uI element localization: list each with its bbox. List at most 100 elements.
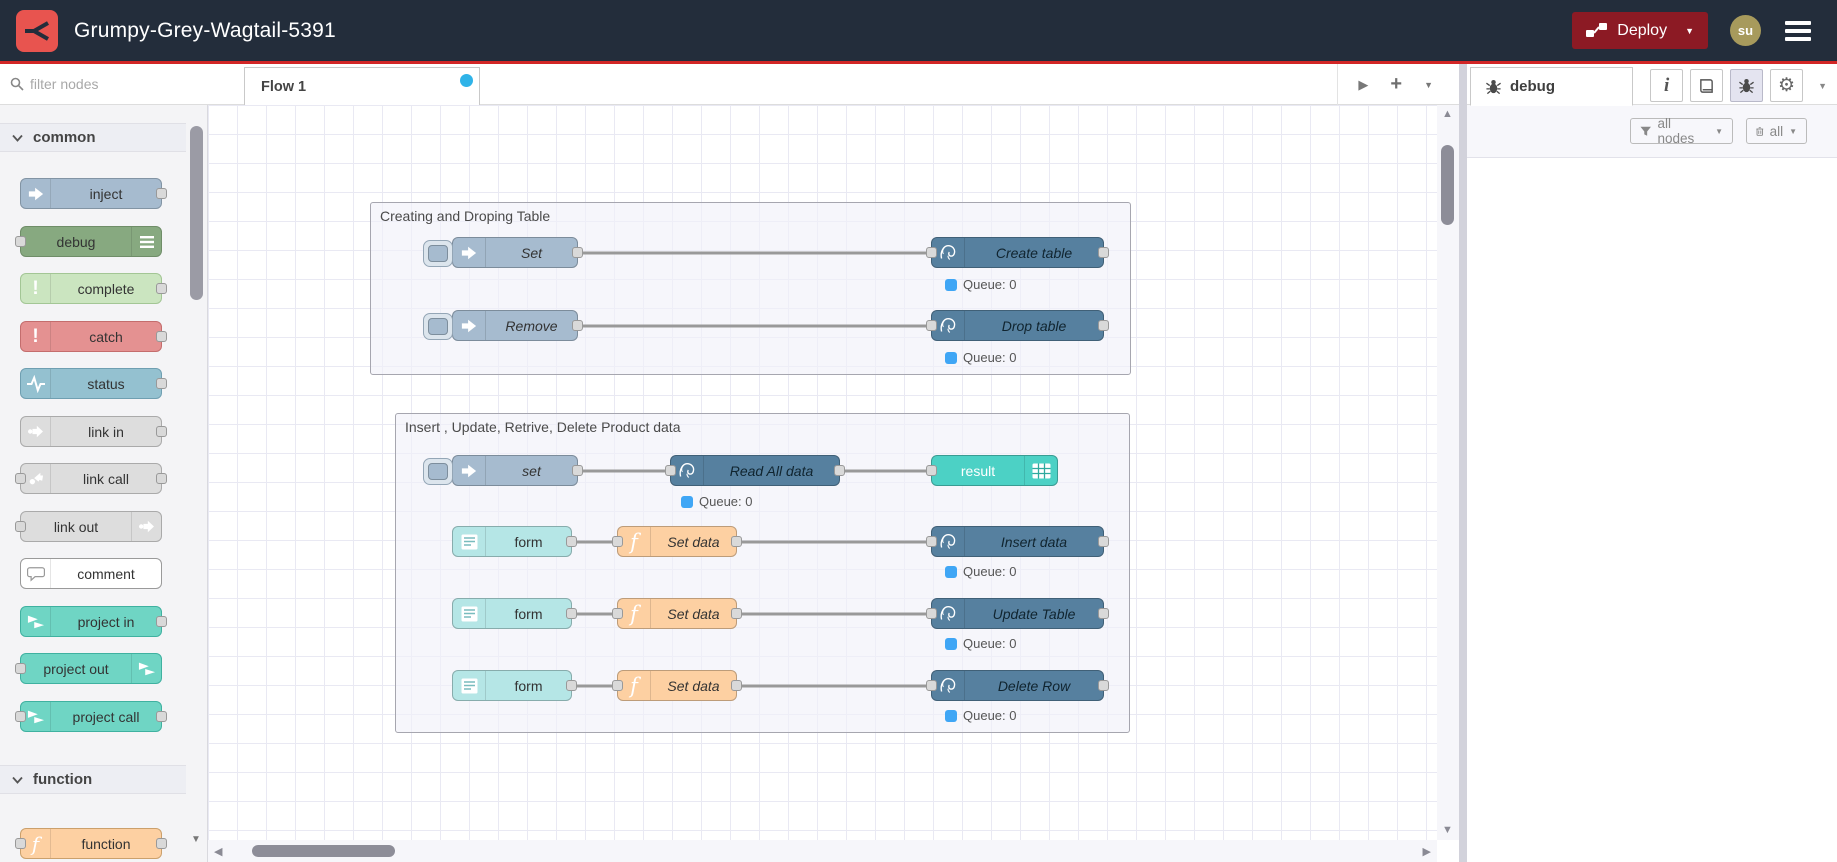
output-port[interactable]	[156, 838, 167, 849]
output-port[interactable]	[1098, 536, 1109, 547]
output-port[interactable]	[731, 536, 742, 547]
output-port[interactable]	[156, 616, 167, 627]
output-port[interactable]	[1098, 680, 1109, 691]
output-port[interactable]	[156, 426, 167, 437]
deploy-button[interactable]: Deploy ▼	[1572, 12, 1708, 49]
palette-node-project-call[interactable]: project call	[15, 701, 167, 732]
node-inject-remove[interactable]: Remove	[423, 310, 583, 341]
palette-category-function[interactable]: function	[0, 765, 186, 794]
palette-node-debug[interactable]: debug	[15, 226, 162, 257]
input-port[interactable]	[926, 320, 937, 331]
output-port[interactable]	[834, 465, 845, 476]
flow-group-create-drop[interactable]: Creating and Droping Table	[370, 202, 1131, 375]
debug-filter-button[interactable]: all nodes ▼	[1630, 116, 1733, 146]
node-function-set-data[interactable]: f Set data	[612, 526, 742, 557]
output-port[interactable]	[572, 465, 583, 476]
output-port[interactable]	[1098, 247, 1109, 258]
output-port[interactable]	[572, 247, 583, 258]
output-port[interactable]	[156, 473, 167, 484]
node-pg-update-table[interactable]: Update Table	[926, 598, 1109, 629]
node-inject-set[interactable]: Set	[423, 237, 583, 268]
user-avatar[interactable]: su	[1730, 15, 1761, 46]
node-pg-drop-table[interactable]: Drop table	[926, 310, 1109, 341]
output-port[interactable]	[156, 711, 167, 722]
input-port[interactable]	[926, 465, 937, 476]
main-menu-icon[interactable]	[1785, 20, 1811, 41]
input-port[interactable]	[926, 680, 937, 691]
palette-node-catch[interactable]: ! catch	[20, 321, 167, 352]
config-tab-button[interactable]: ⚙	[1770, 69, 1804, 102]
output-port[interactable]	[731, 608, 742, 619]
output-port[interactable]	[156, 188, 167, 199]
input-port[interactable]	[926, 247, 937, 258]
palette-node-inject[interactable]: inject	[20, 178, 167, 209]
tab-flow-1[interactable]: Flow 1	[244, 67, 480, 105]
palette-filter-input[interactable]	[30, 76, 180, 92]
palette-scrollbar-thumb[interactable]	[190, 126, 203, 300]
output-port[interactable]	[156, 378, 167, 389]
palette-scroll-down-icon[interactable]: ▼	[188, 834, 204, 845]
output-port[interactable]	[156, 283, 167, 294]
node-form[interactable]: form	[452, 598, 577, 629]
output-port[interactable]	[566, 608, 577, 619]
input-port[interactable]	[15, 838, 26, 849]
output-port[interactable]	[731, 680, 742, 691]
input-port[interactable]	[15, 236, 26, 247]
node-form[interactable]: form	[452, 670, 577, 701]
debug-tab-button[interactable]	[1730, 69, 1764, 102]
node-pg-delete-row[interactable]: Delete Row	[926, 670, 1109, 701]
palette-node-comment[interactable]: comment	[20, 558, 162, 589]
scroll-down-icon[interactable]: ▼	[1442, 824, 1453, 836]
node-form[interactable]: form	[452, 526, 577, 557]
inject-button[interactable]	[423, 313, 453, 340]
output-port[interactable]	[1098, 608, 1109, 619]
input-port[interactable]	[15, 711, 26, 722]
tab-scroll-right-icon[interactable]: ▶	[1358, 77, 1368, 93]
palette-node-link-in[interactable]: link in	[20, 416, 167, 447]
inject-button[interactable]	[423, 458, 453, 485]
sidebar-options-chevron-icon[interactable]: ▼	[1818, 81, 1827, 91]
scrollbar-thumb[interactable]	[1441, 145, 1454, 225]
help-tab-button[interactable]	[1690, 69, 1724, 102]
flow-canvas[interactable]: Creating and Droping Table Insert , Upda…	[208, 105, 1437, 840]
scroll-left-icon[interactable]: ◀	[214, 845, 222, 858]
scroll-up-icon[interactable]: ▲	[1442, 108, 1453, 120]
input-port[interactable]	[665, 465, 676, 476]
node-inject-set-lower[interactable]: set	[423, 455, 583, 486]
palette-node-link-call[interactable]: link call	[15, 463, 167, 494]
input-port[interactable]	[15, 663, 26, 674]
palette-node-project-out[interactable]: project out	[15, 653, 162, 684]
input-port[interactable]	[15, 473, 26, 484]
input-port[interactable]	[15, 521, 26, 532]
sidebar-splitter[interactable]	[1459, 64, 1467, 862]
info-tab-button[interactable]: i	[1650, 69, 1684, 102]
canvas-vertical-scrollbar[interactable]: ▲ ▼	[1437, 105, 1459, 840]
node-function-set-data[interactable]: f Set data	[612, 598, 742, 629]
tab-debug[interactable]: debug	[1470, 67, 1633, 106]
palette-category-common[interactable]: common	[0, 123, 186, 152]
input-port[interactable]	[612, 680, 623, 691]
add-flow-button[interactable]: +	[1390, 73, 1402, 96]
palette-node-project-in[interactable]: project in	[20, 606, 167, 637]
node-pg-read-all-data[interactable]: Read All data	[665, 455, 845, 486]
canvas-horizontal-scrollbar[interactable]: ◀ ▶	[208, 840, 1437, 862]
palette-node-function[interactable]: f function	[15, 828, 167, 859]
input-port[interactable]	[926, 608, 937, 619]
debug-clear-button[interactable]: all ▼	[1746, 118, 1807, 144]
deploy-options-chevron-icon[interactable]: ▼	[1685, 26, 1694, 36]
scroll-right-icon[interactable]: ▶	[1423, 845, 1431, 858]
node-function-set-data[interactable]: f Set data	[612, 670, 742, 701]
palette-node-complete[interactable]: ! complete	[20, 273, 167, 304]
node-pg-insert-data[interactable]: Insert data	[926, 526, 1109, 557]
input-port[interactable]	[612, 536, 623, 547]
node-pg-create-table[interactable]: Create table	[926, 237, 1109, 268]
input-port[interactable]	[612, 608, 623, 619]
output-port[interactable]	[156, 331, 167, 342]
output-port[interactable]	[566, 680, 577, 691]
output-port[interactable]	[1098, 320, 1109, 331]
palette-node-link-out[interactable]: link out	[15, 511, 162, 542]
output-port[interactable]	[566, 536, 577, 547]
input-port[interactable]	[926, 536, 937, 547]
output-port[interactable]	[572, 320, 583, 331]
inject-button[interactable]	[423, 240, 453, 267]
